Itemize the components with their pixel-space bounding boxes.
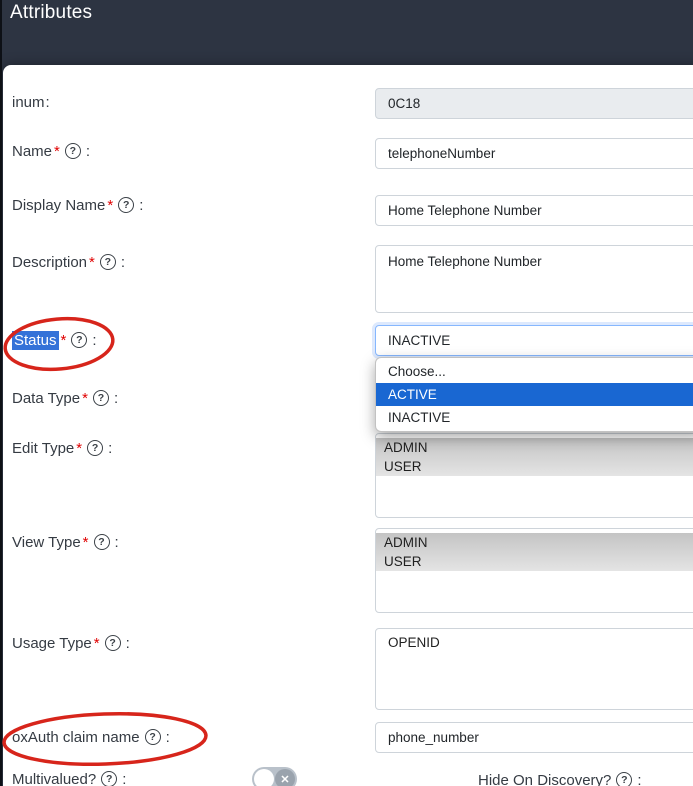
status-select-value: INACTIVE <box>388 333 450 348</box>
help-icon[interactable]: ? <box>93 390 109 406</box>
help-icon[interactable]: ? <box>87 440 103 456</box>
display-name-input[interactable] <box>375 195 693 226</box>
colon: : <box>108 440 112 457</box>
inum-label: inum: <box>12 92 50 112</box>
required-marker: * <box>54 143 60 160</box>
view-type-selected-group: ADMIN USER <box>376 533 693 571</box>
usage-type-option-openid[interactable]: OPENID <box>376 629 693 651</box>
data-type-label: Data Type* ? : <box>12 388 118 408</box>
required-marker: * <box>83 534 89 551</box>
view-type-option-admin[interactable]: ADMIN <box>376 533 693 552</box>
colon: : <box>166 729 170 746</box>
colon: : <box>86 143 90 160</box>
help-icon[interactable]: ? <box>118 197 134 213</box>
colon: : <box>126 635 130 652</box>
page-title: Attributes <box>10 2 92 24</box>
hide-on-discovery-label-text: Hide On Discovery? <box>478 772 611 786</box>
data-type-label-text: Data Type <box>12 390 80 407</box>
colon: : <box>139 197 143 214</box>
help-icon[interactable]: ? <box>71 332 87 348</box>
status-dropdown-menu: Choose... ACTIVE INACTIVE <box>375 357 693 432</box>
colon: : <box>114 390 118 407</box>
multivalued-label: Multivalued? ? : <box>12 769 126 786</box>
status-option-choose[interactable]: Choose... <box>376 360 693 383</box>
help-icon[interactable]: ? <box>105 635 121 651</box>
colon: : <box>122 771 126 786</box>
colon: : <box>92 332 96 349</box>
view-type-label: View Type* ? : <box>12 532 119 552</box>
attributes-page: Attributes inum: Name* ? : Display Name*… <box>0 0 693 786</box>
status-select[interactable]: INACTIVE <box>375 325 693 356</box>
edit-type-label: Edit Type* ? : <box>12 438 112 458</box>
view-type-option-user[interactable]: USER <box>376 552 693 571</box>
description-label: Description* ? : <box>12 252 125 272</box>
name-input[interactable] <box>375 138 693 169</box>
edit-type-label-text: Edit Type <box>12 440 74 457</box>
display-name-label-text: Display Name <box>12 197 105 214</box>
inum-input[interactable] <box>375 88 693 119</box>
description-textarea[interactable]: Home Telephone Number <box>375 245 693 313</box>
oxauth-claim-name-label-text: oxAuth claim name <box>12 729 140 746</box>
inum-label-text: inum <box>12 94 45 111</box>
edit-type-option-user[interactable]: USER <box>376 457 693 476</box>
colon: : <box>637 772 641 786</box>
status-option-active[interactable]: ACTIVE <box>376 383 693 406</box>
edit-type-option-admin[interactable]: ADMIN <box>376 438 693 457</box>
required-marker: * <box>76 440 82 457</box>
window-left-edge <box>0 0 2 786</box>
colon: : <box>46 94 50 111</box>
view-type-label-text: View Type <box>12 534 81 551</box>
colon: : <box>121 254 125 271</box>
hide-on-discovery-label: Hide On Discovery? ? : <box>478 770 642 786</box>
required-marker: * <box>89 254 95 271</box>
usage-type-label-text: Usage Type <box>12 635 92 652</box>
help-icon[interactable]: ? <box>100 254 116 270</box>
help-icon[interactable]: ? <box>94 534 110 550</box>
oxauth-claim-name-input[interactable] <box>375 722 693 753</box>
view-type-listbox[interactable]: ADMIN USER <box>375 528 693 613</box>
edit-type-selected-group: ADMIN USER <box>376 438 693 476</box>
required-marker: * <box>94 635 100 652</box>
name-label: Name* ? : <box>12 141 90 161</box>
required-marker: * <box>61 332 67 349</box>
required-marker: * <box>82 390 88 407</box>
status-label-text-selected: Status <box>12 331 59 350</box>
description-label-text: Description <box>12 254 87 271</box>
oxauth-claim-name-label: oxAuth claim name ? : <box>12 727 170 747</box>
help-icon[interactable]: ? <box>101 771 117 786</box>
usage-type-label: Usage Type* ? : <box>12 633 130 653</box>
status-label: Status* ? : <box>12 330 97 350</box>
help-icon[interactable]: ? <box>145 729 161 745</box>
multivalued-label-text: Multivalued? <box>12 771 96 786</box>
edit-type-listbox[interactable]: ADMIN USER <box>375 433 693 518</box>
required-marker: * <box>107 197 113 214</box>
name-label-text: Name <box>12 143 52 160</box>
help-icon[interactable]: ? <box>65 143 81 159</box>
toggle-knob <box>254 769 274 786</box>
multivalued-toggle-off[interactable]: ✕ <box>252 767 297 786</box>
help-icon[interactable]: ? <box>616 772 632 786</box>
colon: : <box>115 534 119 551</box>
status-option-inactive[interactable]: INACTIVE <box>376 406 693 429</box>
display-name-label: Display Name* ? : <box>12 195 143 215</box>
toggle-off-x-icon: ✕ <box>275 769 295 786</box>
usage-type-listbox[interactable]: OPENID <box>375 628 693 710</box>
